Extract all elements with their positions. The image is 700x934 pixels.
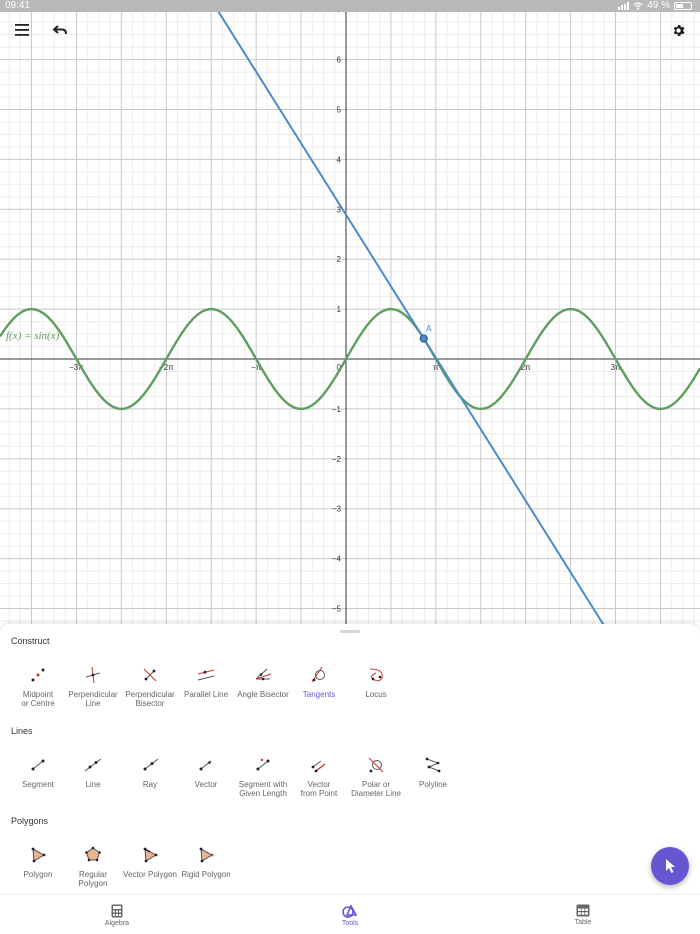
perpendicular-bisector-icon	[143, 668, 157, 682]
section-title-polygons: Polygons	[11, 816, 49, 826]
vector-from-point-icon	[311, 760, 326, 773]
graph-canvas[interactable]: −3π−2π−ππ2π3π7654321−1−2−3−4−50 A f(x) =…	[0, 12, 700, 624]
rigid-polygon-icon	[199, 847, 214, 863]
table-icon	[576, 904, 590, 917]
y-tick-label: 2	[337, 255, 342, 264]
y-tick-label: 4	[337, 155, 342, 164]
vector-polygon-icon	[143, 847, 158, 863]
wifi-icon	[633, 2, 643, 10]
polyline-icon	[425, 757, 441, 773]
perpendicular-line-icon	[85, 666, 101, 684]
battery-icon	[674, 2, 692, 10]
vector-icon	[199, 760, 212, 771]
move-tool-fab[interactable]	[651, 847, 689, 885]
undo-button[interactable]	[46, 16, 74, 44]
hamburger-menu-icon	[15, 24, 29, 36]
settings-button[interactable]	[664, 16, 692, 44]
bottom-navigation: Algebra Tools Table	[0, 894, 700, 934]
battery-percent: 49 %	[647, 0, 670, 11]
function-label[interactable]: f(x) = sin(x)	[6, 330, 60, 342]
graphics-view[interactable]: −3π−2π−ππ2π3π7654321−1−2−3−4−50 A f(x) =…	[0, 12, 700, 624]
undo-icon	[53, 24, 67, 34]
line-icon	[84, 758, 102, 772]
tangent-line[interactable]	[150, 12, 640, 624]
parallel-line-icon	[197, 669, 215, 681]
nav-algebra[interactable]: Algebra	[87, 904, 147, 927]
ray-icon	[143, 758, 159, 771]
locus-icon	[369, 668, 383, 682]
polar-line-icon	[368, 757, 384, 773]
y-tick-label: −1	[332, 405, 342, 414]
regular-polygon-icon	[85, 846, 101, 862]
segment-icon	[31, 759, 45, 771]
point-a[interactable]	[419, 334, 428, 343]
polygon-icon	[31, 847, 46, 863]
y-tick-label: −4	[332, 555, 342, 564]
tools-panel: Construct Lines Polygons Midpoint or Cen…	[0, 624, 700, 894]
point-a-label: A	[426, 324, 432, 334]
y-tick-label: −3	[332, 505, 342, 514]
tool-rigid-polygon[interactable]: Rigid Polygon	[173, 846, 239, 879]
calculator-icon	[111, 904, 123, 918]
midpoint-icon	[31, 668, 45, 682]
y-tick-label: 1	[337, 305, 342, 314]
status-bar: 09:41 49 %	[0, 0, 700, 12]
y-tick-label: 6	[337, 56, 342, 65]
section-title-lines: Lines	[11, 726, 33, 736]
angle-bisector-icon	[255, 668, 272, 681]
segment-given-length-icon	[256, 758, 270, 771]
gear-icon	[673, 24, 684, 36]
section-title-construct: Construct	[11, 636, 50, 646]
y-tick-label: −2	[332, 455, 342, 464]
tool-polyline[interactable]: Polyline	[400, 756, 466, 789]
cellular-signal-icon	[618, 2, 630, 10]
status-time: 09:41	[5, 0, 31, 11]
geogebra-app: 09:41 49 % −3π−2π−ππ2π3π7654321−1−2−3−4−…	[0, 0, 700, 934]
menu-button[interactable]	[8, 16, 36, 44]
nav-tools[interactable]: Tools	[320, 904, 380, 927]
tools-shapes-icon	[342, 904, 358, 918]
cursor-arrow-icon	[666, 859, 675, 873]
y-tick-label: 5	[337, 106, 342, 115]
nav-table[interactable]: Table	[553, 904, 613, 926]
y-tick-label: −5	[332, 605, 342, 614]
tangents-icon	[311, 666, 325, 683]
y-tick-label: 7	[337, 12, 342, 15]
tool-locus[interactable]: Locus	[343, 666, 409, 699]
panel-drag-handle[interactable]	[340, 630, 360, 633]
